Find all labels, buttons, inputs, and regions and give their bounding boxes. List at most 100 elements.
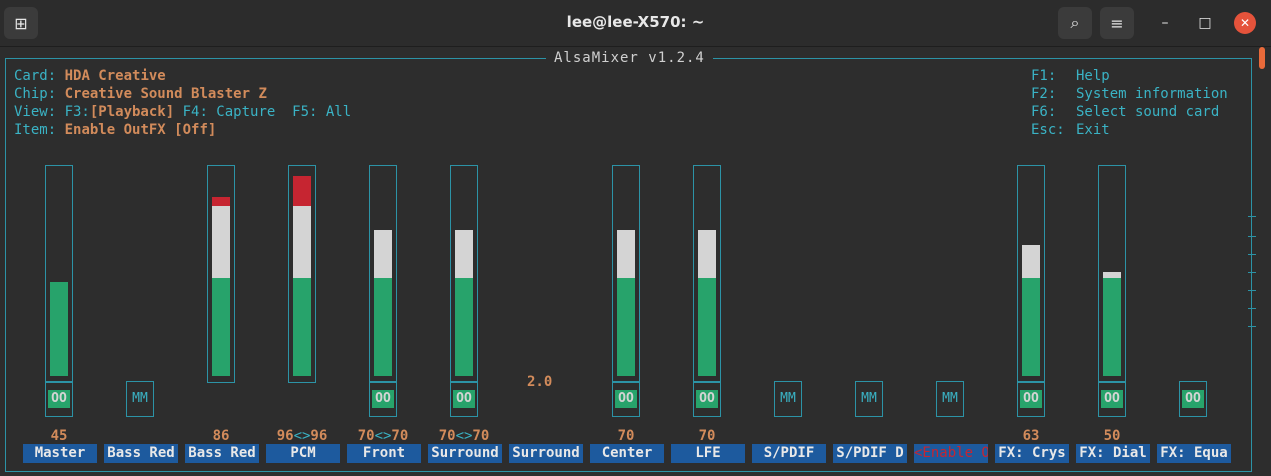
help-item: F1: Help [1031,67,1110,85]
mute-toggle[interactable]: MM [126,381,154,417]
mute-toggle[interactable]: MM [774,381,802,417]
mute-state: MM [780,391,796,406]
channel-label[interactable]: Surround [428,444,502,463]
scroll-tick [1248,308,1256,309]
close-icon: ✕ [1239,16,1251,30]
mute-toggle[interactable]: OO [369,381,397,417]
level-fill-mid [1103,272,1121,278]
level-fill-mid [374,230,392,278]
help-key: F1: [1031,68,1057,84]
mute-toggle[interactable]: OO [1098,381,1126,417]
volume-value-part: 96 [276,428,294,444]
level-fill-mid [212,206,230,278]
search-button[interactable]: ⌕ [1058,7,1092,39]
channel-label[interactable]: Center [590,444,664,463]
card-label: Card: [14,68,57,84]
mute-toggle[interactable]: OO [1179,381,1207,417]
volume-slider[interactable] [450,165,478,383]
level-fill-low [212,278,230,376]
channel-label[interactable]: Bass Red [104,444,178,463]
item-label: Item: [14,122,57,138]
scroll-tick [1248,290,1256,291]
channel-label[interactable]: Front [347,444,421,463]
volume-slider[interactable] [1098,165,1126,383]
scroll-tick [1248,254,1256,255]
mute-toggle[interactable]: OO [612,381,640,417]
mute-state: OO [1101,390,1123,408]
view-info: View: F3:[Playback] F4: Capture F5: All [14,103,351,121]
help-desc: Exit [1076,122,1110,138]
card-info: Card: HDA Creative [14,67,166,85]
mute-toggle[interactable]: OO [693,381,721,417]
help-key: F2: [1031,86,1057,102]
level-fill-low [455,278,473,376]
volume-slider[interactable] [288,165,316,383]
item-info: Item: Enable OutFX [Off] [14,121,216,139]
level-fill-low [374,278,392,376]
volume-slider[interactable] [45,165,73,383]
level-fill-high [293,176,311,206]
help-desc: Help [1076,68,1110,84]
app-title: AlsaMixer v1.2.4 [546,50,713,66]
channel-label[interactable]: Bass Red [185,444,259,463]
chip-info: Chip: Creative Sound Blaster Z [14,85,267,103]
volume-slider[interactable] [612,165,640,383]
volume-value: 86 [212,428,230,444]
channel-label[interactable]: FX: Equa [1157,444,1231,463]
volume-slider[interactable] [1017,165,1045,383]
close-button[interactable]: ✕ [1234,12,1256,34]
mute-toggle[interactable]: OO [45,381,73,417]
minimize-button[interactable]: – [1154,12,1176,34]
volume-value: 70 [617,428,635,444]
mute-toggle[interactable]: MM [936,381,964,417]
volume-value-part: 70 [438,428,456,444]
help-key: F6: [1031,104,1057,120]
menu-button[interactable]: ≡ [1100,7,1134,39]
mute-state: MM [942,391,958,406]
view-playback[interactable]: [Playback] [90,104,174,120]
channel-label[interactable]: Master [23,444,97,463]
volume-slider[interactable] [693,165,721,383]
volume-value-part: 70 [357,428,375,444]
channel-label[interactable]: Surround [509,444,583,463]
chip-value: Creative Sound Blaster Z [64,86,267,102]
help-desc: Select sound card [1076,104,1220,120]
scrollbar-thumb[interactable] [1259,47,1265,69]
search-icon: ⌕ [1070,13,1080,32]
channel-label[interactable]: FX: Crys [995,444,1069,463]
level-fill-low [1103,278,1121,376]
help-item: Esc: Exit [1031,121,1110,139]
volume-value: 70<>70 [424,428,504,444]
mute-state: OO [372,390,394,408]
mute-toggle[interactable]: OO [450,381,478,417]
minimize-icon: – [1161,15,1169,31]
scroll-tick [1248,236,1256,237]
volume-value-part: <> [374,428,392,444]
chip-label: Chip: [14,86,57,102]
maximize-button[interactable]: □ [1194,12,1216,34]
volume-value: 70<>70 [343,428,423,444]
maximize-icon: □ [1198,15,1212,31]
channel-label[interactable]: <Enable O> [914,444,988,463]
help-desc: System information [1076,86,1228,102]
volume-value: 96<>96 [262,428,342,444]
volume-value-part: 70 [472,428,490,444]
channel-label[interactable]: S/PDIF [752,444,826,463]
level-fill-mid [455,230,473,278]
volume-slider[interactable] [207,165,235,383]
volume-slider[interactable] [369,165,397,383]
level-fill-mid [698,230,716,278]
channel-label[interactable]: LFE [671,444,745,463]
hamburger-menu-icon: ≡ [1110,13,1124,33]
item-value: Enable OutFX [Off] [64,122,217,138]
mute-state: OO [48,390,70,408]
mute-state: OO [696,390,718,408]
mute-toggle[interactable]: OO [1017,381,1045,417]
mute-toggle[interactable]: MM [855,381,883,417]
channel-label[interactable]: PCM [266,444,340,463]
level-fill-low [1022,278,1040,376]
level-fill-mid [617,230,635,278]
channel-label[interactable]: S/PDIF D [833,444,907,463]
scroll-tick [1248,326,1256,327]
channel-label[interactable]: FX: Dial [1076,444,1150,463]
